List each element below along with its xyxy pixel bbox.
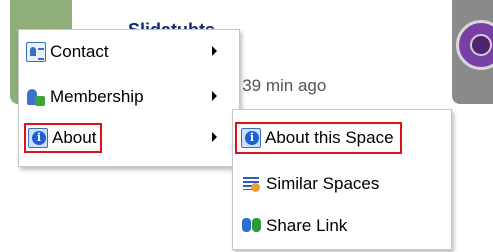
contact-card-icon — [26, 42, 46, 62]
submenu-arrow-icon — [212, 132, 217, 142]
submenu-item-similar-spaces[interactable]: Similar Spaces — [242, 169, 442, 199]
space-updated-time: y 39 min ago — [229, 76, 327, 95]
membership-icon — [26, 87, 46, 107]
about-this-space-highlight-box: i About this Space — [235, 122, 402, 154]
submenu-item-label: Share Link — [266, 216, 348, 235]
space-logo-icon — [456, 20, 493, 70]
menu-item-label: Membership — [50, 87, 144, 106]
info-icon: i — [241, 128, 261, 148]
submenu-item-label: Similar Spaces — [266, 174, 380, 193]
space-thumbnail-right[interactable] — [452, 0, 493, 104]
submenu-arrow-icon — [212, 46, 217, 56]
share-link-icon — [242, 216, 262, 236]
context-menu: Contact Membership i About — [18, 29, 240, 167]
menu-item-contact[interactable]: Contact — [26, 37, 231, 67]
about-submenu: i About this Space Similar Spaces Share … — [232, 109, 452, 250]
submenu-item-about-this-space[interactable]: i About this Space — [235, 122, 445, 154]
menu-item-label: Contact — [50, 42, 109, 61]
info-icon: i — [28, 128, 48, 148]
submenu-item-share-link[interactable]: Share Link — [242, 211, 442, 241]
menu-item-label: About — [52, 128, 97, 147]
similar-spaces-icon — [242, 174, 262, 194]
about-highlight-box: i About — [23, 123, 103, 153]
menu-item-about[interactable]: i About — [23, 123, 231, 153]
submenu-arrow-icon — [212, 91, 217, 101]
menu-item-membership[interactable]: Membership — [26, 82, 231, 112]
submenu-item-label: About this Space — [265, 128, 394, 147]
